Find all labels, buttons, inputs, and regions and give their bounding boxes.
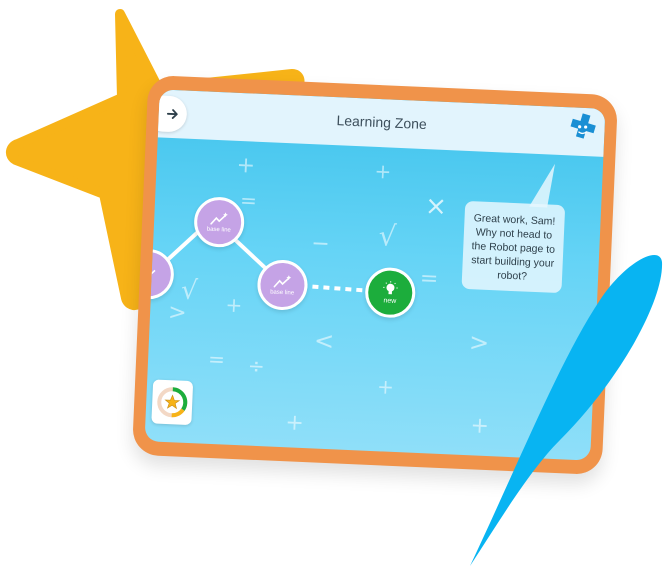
decorative-blue-streak xyxy=(470,254,663,566)
